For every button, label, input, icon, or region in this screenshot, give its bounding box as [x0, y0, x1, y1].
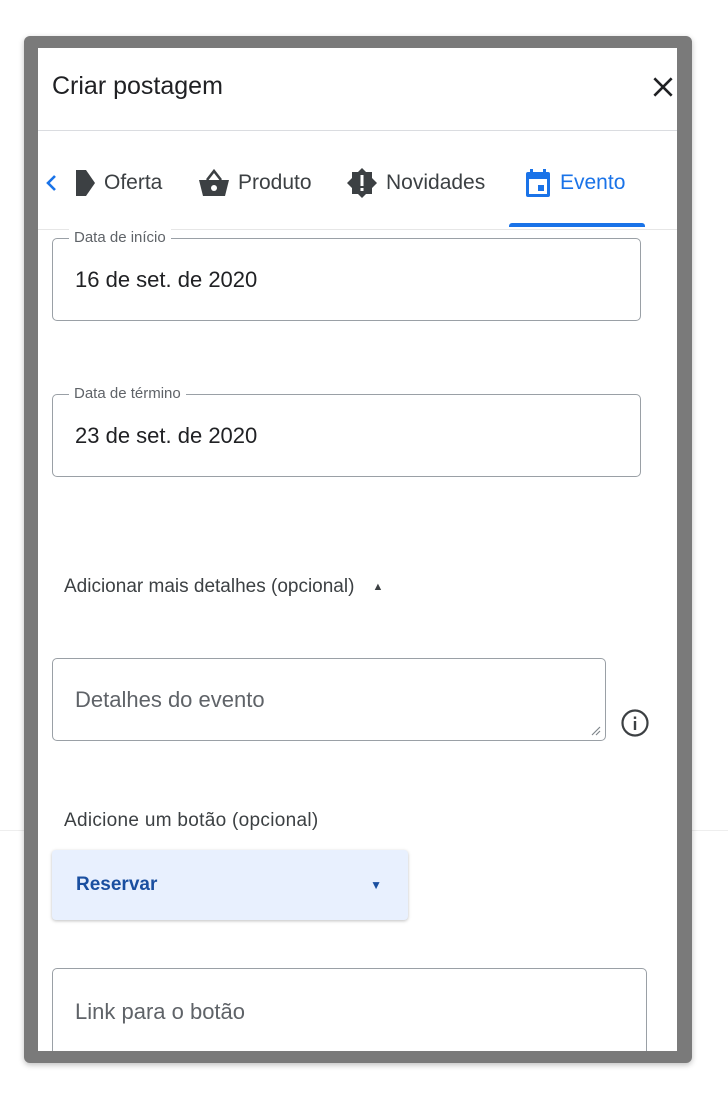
create-post-dialog: Criar postagem Oferta Produto Novidades …	[38, 48, 677, 1051]
more-details-toggle[interactable]: Adicionar mais detalhes (opcional) ▲	[64, 576, 383, 598]
tab-novidades[interactable]: Novidades	[346, 148, 485, 218]
end-date-label: Data de término	[69, 385, 186, 402]
post-type-tabs: Oferta Produto Novidades Evento	[38, 148, 677, 228]
more-details-label: Adicionar mais detalhes (opcional)	[64, 576, 355, 597]
resize-handle-icon[interactable]	[591, 726, 601, 736]
button-section-label: Adicione um botão (opcional)	[64, 810, 319, 831]
tab-oferta[interactable]: Oferta	[74, 148, 162, 218]
dropdown-caret-icon: ▼	[370, 878, 382, 892]
tab-produto[interactable]: Produto	[198, 148, 312, 218]
chevron-left-icon[interactable]	[45, 174, 59, 192]
caret-up-icon: ▲	[372, 581, 384, 593]
close-icon[interactable]	[650, 74, 676, 100]
active-tab-indicator	[509, 223, 645, 227]
button-link-placeholder: Link para o botão	[75, 999, 246, 1024]
button-type-select[interactable]: Reservar ▼	[52, 850, 408, 920]
dialog-title: Criar postagem	[52, 72, 223, 100]
event-details-textarea[interactable]: Detalhes do evento	[52, 658, 606, 741]
start-date-value: 16 de set. de 2020	[75, 267, 258, 292]
background-divider	[692, 830, 728, 831]
badge-alert-icon	[346, 167, 378, 199]
tag-icon	[74, 168, 96, 198]
info-icon[interactable]	[620, 708, 650, 738]
header-divider	[38, 130, 677, 131]
event-details-placeholder: Detalhes do evento	[75, 687, 265, 712]
tab-label: Novidades	[386, 171, 486, 194]
start-date-field[interactable]: Data de início 16 de set. de 2020	[52, 229, 641, 321]
button-type-value: Reservar	[76, 874, 158, 895]
button-link-field[interactable]: Link para o botão	[52, 968, 647, 1051]
end-date-value: 23 de set. de 2020	[75, 423, 258, 448]
basket-icon	[198, 169, 230, 197]
calendar-icon	[524, 168, 552, 198]
end-date-field[interactable]: Data de término 23 de set. de 2020	[52, 385, 641, 477]
tab-label: Oferta	[104, 171, 163, 194]
tab-label: Produto	[238, 171, 312, 194]
tab-label: Evento	[560, 171, 626, 194]
background-divider	[0, 830, 24, 831]
tab-evento[interactable]: Evento	[524, 148, 625, 218]
start-date-label: Data de início	[69, 229, 171, 246]
